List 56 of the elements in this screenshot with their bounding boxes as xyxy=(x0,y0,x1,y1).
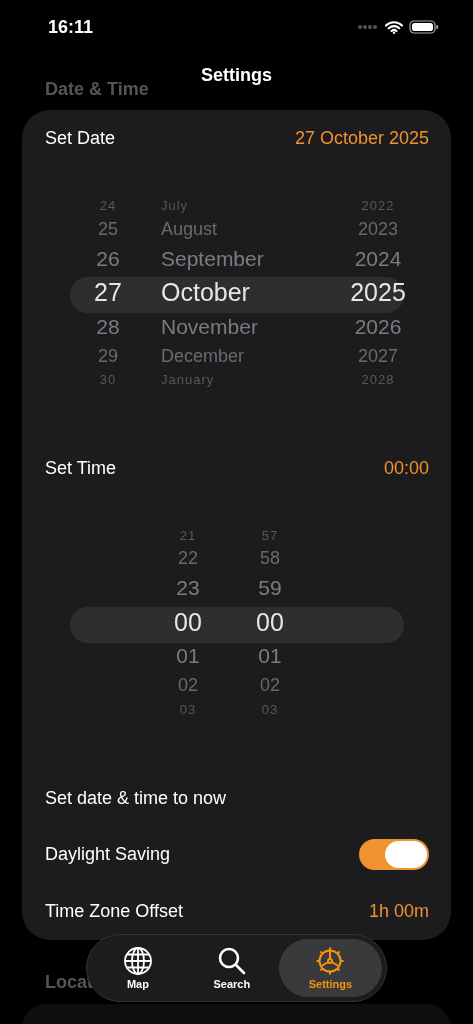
tab[interactable]: Search xyxy=(184,939,279,997)
wheel-item[interactable]: 23 xyxy=(176,572,200,605)
wheel-item[interactable]: 24 xyxy=(99,195,117,216)
wheel-item[interactable]: 2023 xyxy=(357,215,398,243)
wheel-item[interactable]: 01 xyxy=(176,640,200,673)
wheel-item[interactable]: 2028 xyxy=(361,369,395,390)
nav-title: Settings xyxy=(201,65,272,86)
row-label: Set Date xyxy=(45,128,116,150)
wheel-item[interactable]: 02 xyxy=(178,672,198,700)
wheel-item[interactable]: September xyxy=(161,242,264,275)
wheel-item[interactable]: 21 xyxy=(179,525,197,546)
wheel-item[interactable]: 26 xyxy=(96,242,120,275)
status-time: 16:11 xyxy=(48,16,94,38)
wheel-item[interactable]: August xyxy=(161,215,218,243)
signal-icon xyxy=(357,24,379,30)
wheel-item[interactable]: 59 xyxy=(258,572,282,605)
search-icon xyxy=(216,946,247,976)
wheel-item[interactable]: 03 xyxy=(179,699,197,720)
row-label: Set Time xyxy=(45,457,117,479)
tab[interactable]: Map xyxy=(91,939,185,997)
wheel-item[interactable]: 2024 xyxy=(354,242,402,275)
wheel-item[interactable]: 22 xyxy=(178,545,198,573)
wheel-item[interactable]: November xyxy=(161,310,258,343)
wheel-item[interactable]: 2022 xyxy=(361,195,395,216)
gear-icon xyxy=(315,946,346,976)
battery-icon xyxy=(409,20,439,34)
wheel-item[interactable]: July xyxy=(161,195,189,216)
row-label: Daylight Saving xyxy=(45,844,171,866)
wifi-icon xyxy=(385,20,403,34)
time-value[interactable]: 00:00 xyxy=(383,457,429,479)
wheel-item[interactable]: 00 xyxy=(256,604,284,641)
wheel-item[interactable]: 28 xyxy=(96,310,120,343)
wheel-item[interactable]: October xyxy=(161,274,250,311)
date-value[interactable]: 27 October 2025 xyxy=(294,128,429,150)
wheel-item[interactable]: 29 xyxy=(98,342,118,370)
wheel-item[interactable]: 02 xyxy=(260,672,280,700)
wheel-item[interactable]: 27 xyxy=(94,274,122,311)
tab[interactable]: Settings xyxy=(278,939,382,997)
wheel-item[interactable]: 01 xyxy=(258,640,282,673)
globe-icon xyxy=(122,946,153,976)
wheel-item[interactable]: 25 xyxy=(98,215,118,243)
section-header: Date & Time xyxy=(45,79,149,100)
wheel-item[interactable]: 2027 xyxy=(357,342,398,370)
set-now-button[interactable]: Set date & time to now xyxy=(45,787,227,809)
toggle-switch[interactable] xyxy=(359,839,429,871)
offset-value[interactable]: 1h 00m xyxy=(368,900,429,922)
wheel-item[interactable]: 30 xyxy=(99,369,117,390)
wheel-item[interactable]: 57 xyxy=(261,525,279,546)
wheel-item[interactable]: 2025 xyxy=(350,274,406,311)
wheel-item[interactable]: 00 xyxy=(174,604,202,641)
wheel-item[interactable]: 03 xyxy=(261,699,279,720)
wheel-item[interactable]: December xyxy=(161,342,245,370)
wheel-item[interactable]: 2026 xyxy=(354,310,402,343)
wheel-item[interactable]: 58 xyxy=(260,545,280,573)
row-label: Time Zone Offset xyxy=(45,900,184,922)
wheel-item[interactable]: January xyxy=(161,369,215,390)
